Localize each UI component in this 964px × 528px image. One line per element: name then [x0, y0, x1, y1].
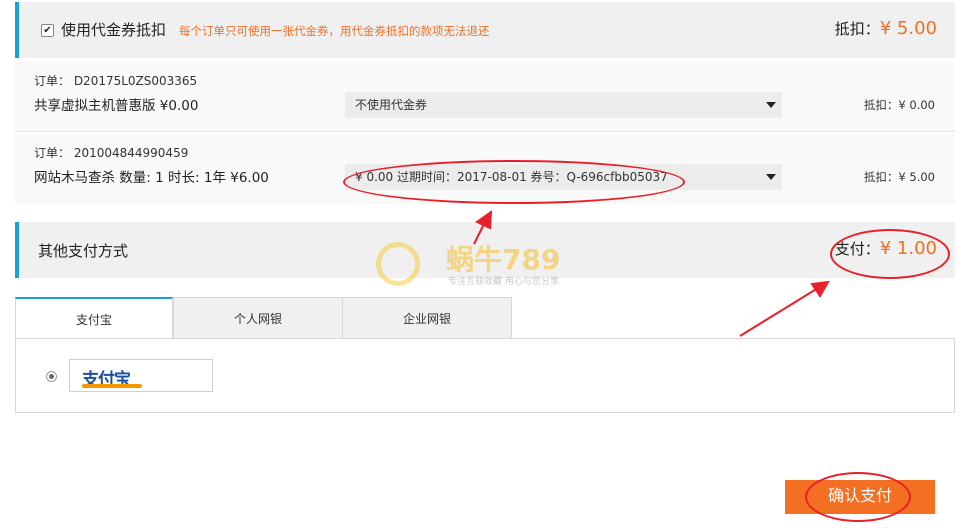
tab-personal-bank[interactable]: 个人网银 — [173, 297, 343, 339]
pay-label: 支付： — [834, 240, 880, 258]
order-deduct: 抵扣：¥ 5.00 — [863, 170, 935, 184]
watermark-text: 蜗牛789 — [446, 243, 561, 276]
other-payment-title: 其他支付方式 — [38, 242, 129, 260]
tab-business-bank[interactable]: 企业网银 — [342, 297, 512, 339]
coupon-deduct-value: ¥ 5.00 — [879, 18, 937, 39]
pay-value: ¥ 1.00 — [879, 238, 937, 259]
watermark: 蜗牛789 专注互联收藏 用心与您分享 — [370, 234, 610, 294]
coupon-select[interactable]: ¥ 0.00 过期时间：2017-08-01 券号：Q-696cfbb05037 — [345, 164, 782, 190]
watermark-subtext: 专注互联收藏 用心与您分享 — [448, 277, 559, 287]
order-number: 订单： D20175L0ZS003365 — [34, 74, 198, 88]
order-row: 订单： 201004844990459 网站木马查杀 数量: 1 时长: 1年 … — [15, 134, 955, 204]
pay-total: 支付：¥ 1.00 — [835, 238, 937, 259]
order-description: 共享虚拟主机普惠版 ¥0.00 — [34, 98, 199, 114]
coupon-deduct-total: 抵扣：¥ 5.00 — [835, 18, 937, 39]
confirm-pay-button[interactable]: 确认支付 — [785, 480, 935, 514]
chevron-down-icon — [766, 102, 776, 108]
order-description: 网站木马查杀 数量: 1 时长: 1年 ¥6.00 — [34, 170, 269, 186]
coupon-select-value: 不使用代金券 — [355, 98, 428, 112]
chevron-down-icon — [766, 174, 776, 180]
order-number: 订单： 201004844990459 — [34, 146, 189, 160]
coupon-select-value: ¥ 0.00 过期时间：2017-08-01 券号：Q-696cfbb05037 — [355, 170, 668, 184]
coupon-note: 每个订单只可使用一张代金券，用代金券抵扣的款项无法退还 — [179, 24, 490, 38]
coupon-section-header: ✔ 使用代金券抵扣 每个订单只可使用一张代金券，用代金券抵扣的款项无法退还 抵扣… — [15, 2, 955, 58]
order-deduct: 抵扣：¥ 0.00 — [863, 98, 935, 112]
coupon-select[interactable]: 不使用代金券 — [345, 92, 782, 118]
tab-alipay[interactable]: 支付宝 — [15, 297, 173, 339]
alipay-swoosh-icon — [82, 384, 142, 388]
snail-logo-icon — [376, 242, 420, 286]
coupon-section-title: 使用代金券抵扣 — [61, 21, 167, 39]
coupon-deduct-label: 抵扣： — [834, 20, 880, 38]
use-coupon-checkbox[interactable]: ✔ — [41, 24, 54, 37]
annotation-arrow — [739, 280, 830, 337]
payment-panel: 支付宝 — [15, 338, 955, 413]
alipay-option[interactable]: 支付宝 — [69, 359, 213, 392]
order-row: 订单： D20175L0ZS003365 共享虚拟主机普惠版 ¥0.00 不使用… — [15, 62, 955, 132]
alipay-radio[interactable] — [46, 371, 57, 382]
